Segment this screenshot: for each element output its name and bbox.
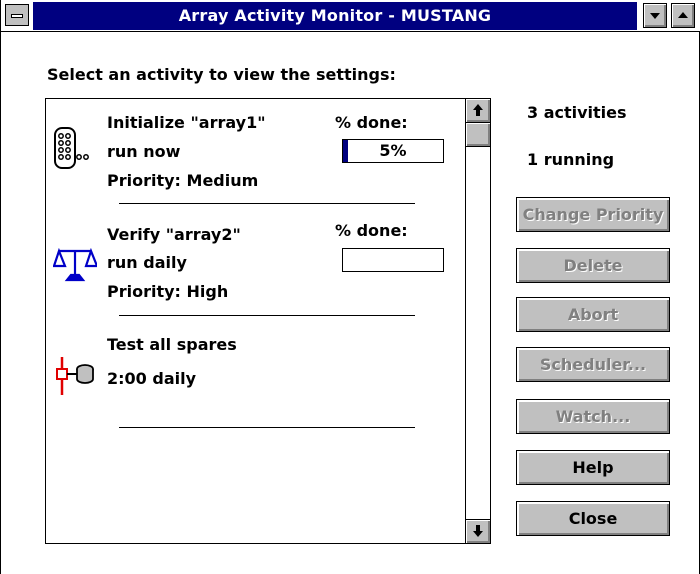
activity-2-progress-text xyxy=(343,249,443,271)
spare-disk-test-icon xyxy=(56,357,94,395)
arrow-up-icon xyxy=(473,104,483,116)
change-priority-button[interactable]: Change Priority xyxy=(516,197,670,232)
activity-list[interactable] xyxy=(45,98,491,544)
activity-separator xyxy=(119,427,415,428)
scheduler-button[interactable]: Scheduler... xyxy=(516,347,670,382)
scroll-up-button[interactable] xyxy=(466,99,490,123)
system-menu-button[interactable] xyxy=(5,4,29,26)
activity-2-priority: Priority: High xyxy=(107,282,229,301)
window-title: Array Activity Monitor - MUSTANG xyxy=(178,6,492,25)
scroll-thumb[interactable] xyxy=(466,123,490,147)
arrow-down-icon xyxy=(473,525,483,537)
activity-3-schedule: 2:00 daily xyxy=(107,369,197,388)
activity-1-progress-bar: 5% xyxy=(342,139,444,163)
activity-1-priority: Priority: Medium xyxy=(107,171,259,190)
activity-3-name[interactable]: Test all spares xyxy=(107,335,237,354)
balance-scale-icon xyxy=(53,248,97,282)
help-button[interactable]: Help xyxy=(516,450,670,485)
minimize-icon xyxy=(650,13,660,19)
title-bar: Array Activity Monitor - MUSTANG xyxy=(1,0,700,32)
activity-monitor-window: Array Activity Monitor - MUSTANG Select … xyxy=(0,0,700,574)
maximize-icon xyxy=(678,12,688,18)
activity-2-percent-label: % done: xyxy=(335,221,408,240)
activity-2-name[interactable]: Verify "array2" xyxy=(107,225,241,244)
system-menu-icon xyxy=(11,14,23,18)
activity-separator xyxy=(119,315,415,316)
delete-button[interactable]: Delete xyxy=(516,248,670,283)
minimize-button[interactable] xyxy=(643,3,667,28)
running-count: 1 running xyxy=(527,150,615,169)
scroll-down-button[interactable] xyxy=(466,519,490,543)
close-button[interactable]: Close xyxy=(516,501,670,536)
maximize-button[interactable] xyxy=(671,3,695,28)
activity-1-percent-label: % done: xyxy=(335,113,408,132)
activity-1-name[interactable]: Initialize "array1" xyxy=(107,113,266,132)
activity-2-progress-bar xyxy=(342,248,444,272)
activities-count: 3 activities xyxy=(527,103,627,122)
activity-1-progress-text: 5% xyxy=(379,141,407,160)
activity-2-schedule: run daily xyxy=(107,253,187,272)
list-prompt: Select an activity to view the settings: xyxy=(47,65,396,84)
activity-separator xyxy=(119,203,415,204)
disk-array-icon xyxy=(54,127,89,169)
activity-1-schedule: run now xyxy=(107,142,181,161)
list-scrollbar[interactable] xyxy=(465,99,490,543)
abort-button[interactable]: Abort xyxy=(516,297,670,332)
watch-button[interactable]: Watch... xyxy=(516,399,670,434)
